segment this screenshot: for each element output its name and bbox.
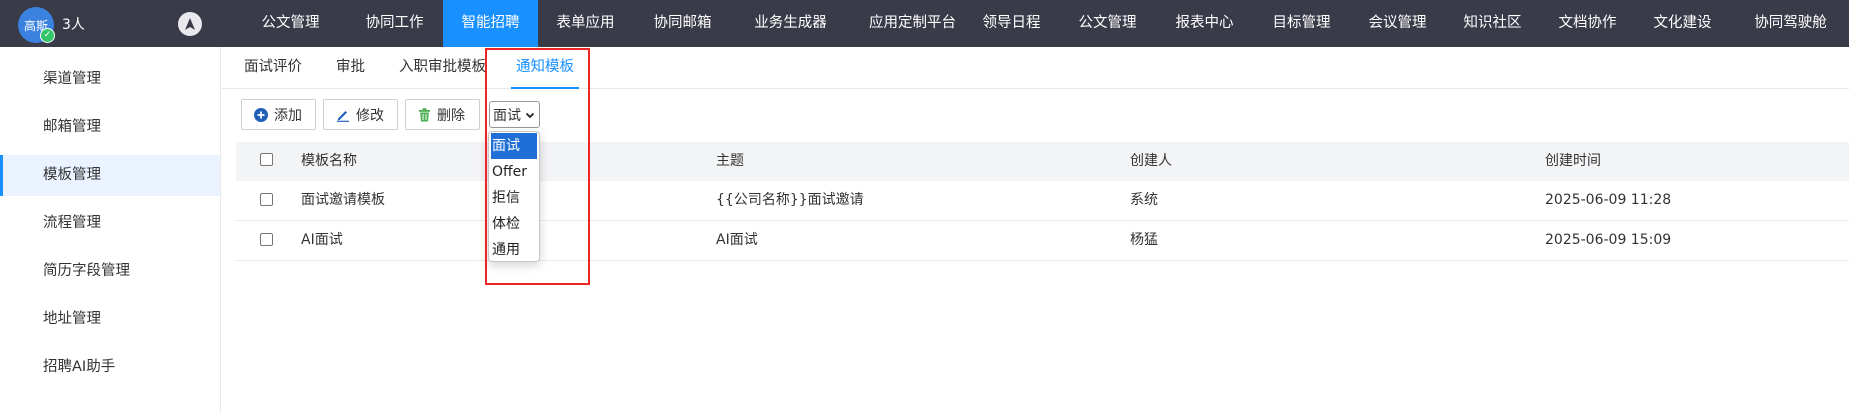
dropdown-option-interview[interactable]: 面试	[491, 133, 537, 159]
table-header: 模板名称 主题 创建人 创建时间	[236, 142, 1849, 181]
nav-item-business-generator[interactable]: 业务生成器	[743, 0, 838, 47]
nav-item-smart-recruitment[interactable]: 智能招聘	[443, 0, 538, 47]
nav-item-goal-management[interactable]: 目标管理	[1261, 0, 1342, 47]
sidebar-item-templates[interactable]: 模板管理	[0, 155, 220, 196]
top-navigation-bar: 高斯 ✓ 3人 公文管理 协同工作 智能招聘 表单应用 协同邮箱 业务生成器 应…	[0, 0, 1849, 47]
edit-button[interactable]: 修改	[323, 99, 398, 130]
add-button[interactable]: 添加	[241, 99, 316, 130]
nav-item-app-platform[interactable]: 应用定制平台	[855, 0, 970, 47]
select-all-checkbox[interactable]	[260, 153, 273, 166]
plus-circle-icon	[254, 107, 268, 122]
nav-item-cockpit[interactable]: 协同驾驶舱	[1743, 0, 1838, 47]
tab-notification-template[interactable]: 通知模板	[511, 47, 579, 89]
select-value: 面试	[493, 107, 521, 124]
nav-item-leader-schedule[interactable]: 领导日程	[971, 0, 1052, 47]
nav-item-mailbox[interactable]: 协同邮箱	[642, 0, 723, 47]
add-button-label: 添加	[274, 107, 302, 124]
template-created-time: 2025-06-09 15:09	[1545, 232, 1672, 248]
nav-item-culture[interactable]: 文化建设	[1642, 0, 1723, 47]
template-subject: {{公司名称}}面试邀请	[716, 192, 864, 208]
row-checkbox[interactable]	[260, 233, 273, 246]
nav-item-doc-collaboration[interactable]: 文档协作	[1547, 0, 1628, 47]
dropdown-option-general[interactable]: 通用	[489, 237, 539, 263]
column-header-name: 模板名称	[301, 153, 357, 169]
navigation-arrow-icon[interactable]	[178, 12, 202, 36]
template-creator: 杨猛	[1130, 232, 1158, 248]
trash-icon	[418, 107, 431, 122]
template-type-dropdown: 面试 Offer 拒信 体检 通用	[488, 131, 540, 262]
sidebar-item-channels[interactable]: 渠道管理	[0, 59, 220, 100]
template-type-select[interactable]: 面试	[489, 101, 540, 128]
nav-item-meeting-management[interactable]: 会议管理	[1357, 0, 1438, 47]
template-name: 面试邀请模板	[301, 192, 385, 208]
delete-button-label: 删除	[437, 107, 465, 124]
sidebar-item-mailbox[interactable]: 邮箱管理	[0, 107, 220, 148]
dropdown-option-offer[interactable]: Offer	[489, 159, 539, 185]
template-creator: 系统	[1130, 192, 1158, 208]
template-created-time: 2025-06-09 11:28	[1545, 192, 1672, 208]
sidebar-item-addresses[interactable]: 地址管理	[0, 299, 220, 340]
tab-bar: 面试评价 审批 入职审批模板 通知模板	[222, 47, 1849, 89]
nav-item-knowledge-community[interactable]: 知识社区	[1452, 0, 1533, 47]
nav-item-form-apps[interactable]: 表单应用	[545, 0, 626, 47]
row-checkbox[interactable]	[260, 193, 273, 206]
column-header-subject: 主题	[716, 153, 744, 169]
sidebar-item-resume-fields[interactable]: 简历字段管理	[0, 251, 220, 292]
template-name: AI面试	[301, 232, 343, 248]
template-subject: AI面试	[716, 232, 758, 248]
tab-approval[interactable]: 审批	[336, 47, 365, 89]
nav-item-document-management-2[interactable]: 公文管理	[1067, 0, 1148, 47]
delete-button[interactable]: 删除	[405, 99, 480, 130]
tab-interview-evaluation[interactable]: 面试评价	[244, 47, 302, 89]
column-header-created-time: 创建时间	[1545, 153, 1601, 169]
nav-item-collaboration[interactable]: 协同工作	[354, 0, 435, 47]
table-row[interactable]: 面试邀请模板 {{公司名称}}面试邀请 系统 2025-06-09 11:28	[236, 181, 1849, 221]
table-row[interactable]: AI面试 AI面试 杨猛 2025-06-09 15:09	[236, 221, 1849, 261]
dropdown-option-medical-exam[interactable]: 体检	[489, 211, 539, 237]
sidebar-item-ai-assistant[interactable]: 招聘AI助手	[0, 347, 220, 388]
nav-item-document-management[interactable]: 公文管理	[250, 0, 331, 47]
sidebar: 渠道管理 邮箱管理 模板管理 流程管理 简历字段管理 地址管理 招聘AI助手	[0, 47, 221, 412]
user-count-label[interactable]: 3人	[62, 14, 85, 34]
dropdown-option-rejection[interactable]: 拒信	[489, 185, 539, 211]
pencil-icon	[336, 108, 350, 122]
tab-onboarding-template[interactable]: 入职审批模板	[399, 47, 486, 89]
sidebar-item-workflow[interactable]: 流程管理	[0, 203, 220, 244]
edit-button-label: 修改	[356, 107, 384, 124]
nav-item-report-center[interactable]: 报表中心	[1164, 0, 1245, 47]
chevron-down-icon	[525, 108, 535, 124]
online-check-icon: ✓	[40, 28, 55, 43]
column-header-creator: 创建人	[1130, 153, 1172, 169]
